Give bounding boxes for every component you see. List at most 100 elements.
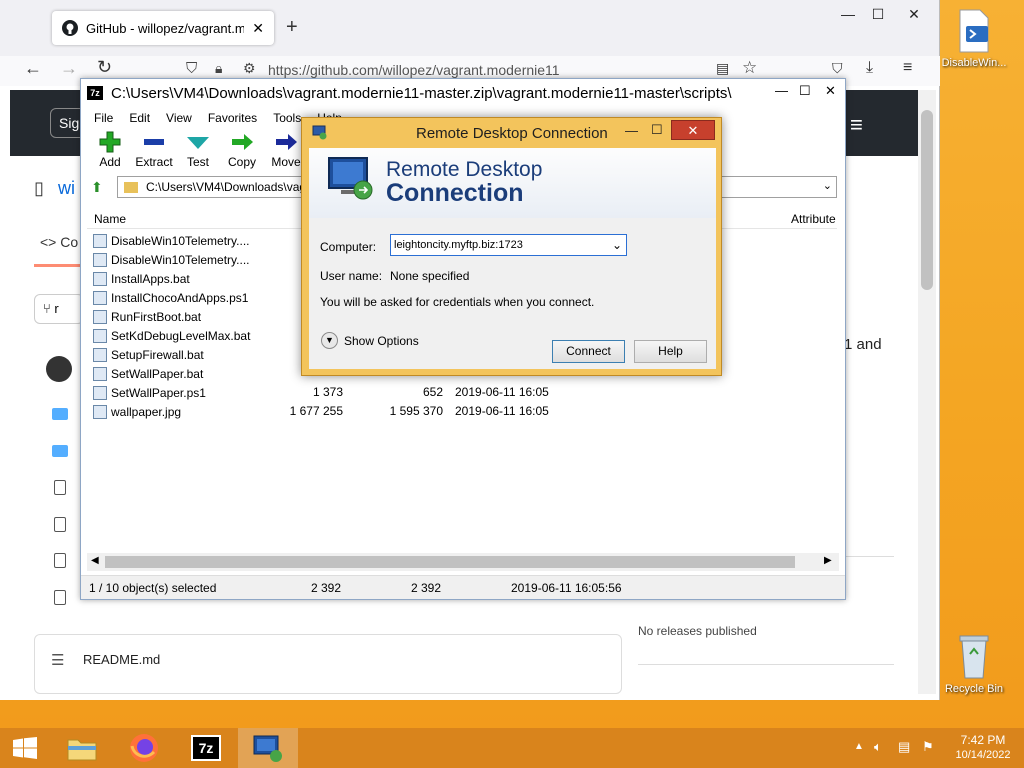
back-icon[interactable]: ← [24, 58, 42, 79]
list-item[interactable]: SetWallPaper.ps1 [93, 383, 206, 402]
list-icon: ☰ [51, 652, 65, 669]
avatar[interactable] [46, 356, 72, 382]
move-arrow-icon [267, 129, 305, 155]
maximize-icon[interactable]: ☐ [799, 83, 811, 99]
script-file-icon [93, 271, 107, 286]
tool-label: Copy [227, 155, 256, 169]
close-icon[interactable]: ✕ [898, 0, 930, 28]
volume-muted-icon[interactable]: 🔈︎ [874, 739, 882, 755]
scroll-thumb[interactable] [105, 556, 795, 568]
close-icon[interactable]: ✕ [825, 83, 836, 99]
code-tab[interactable]: <> Co [40, 234, 78, 250]
connect-button[interactable]: Connect [552, 340, 625, 363]
file-name: SetKdDebugLevelMax.bat [111, 328, 251, 343]
sevenzip-title: C:\Users\VM4\Downloads\vagrant.modernie1… [111, 84, 732, 102]
horizontal-scrollbar[interactable]: ◀ ▶ [87, 553, 839, 571]
forward-icon[interactable]: → [60, 58, 78, 79]
folder-icon [124, 181, 138, 193]
taskbar-remote-desktop[interactable] [238, 728, 298, 768]
scroll-right-icon[interactable]: ▶ [824, 555, 832, 566]
desktop-icon-disablewin[interactable]: DisableWin... [934, 8, 1014, 69]
menu-view[interactable]: View [166, 111, 192, 125]
list-item[interactable]: SetWallPaper.bat [93, 364, 203, 383]
github-icon [62, 20, 78, 36]
status-selected: 1 / 10 object(s) selected [89, 581, 217, 595]
permissions-icon[interactable]: ⚙ [243, 60, 256, 77]
desktop-icon-recycle-bin[interactable]: Recycle Bin [934, 630, 1014, 695]
path-text: C:\Users\VM4\Downloads\vag [146, 180, 307, 194]
show-options-toggle[interactable]: ▼ Show Options [321, 332, 419, 349]
minimize-icon[interactable]: — [832, 0, 864, 28]
list-item[interactable]: wallpaper.jpg [93, 402, 181, 421]
list-item[interactable]: DisableWin10Telemetry.... [93, 250, 250, 269]
column-attributes[interactable]: Attribute [791, 212, 836, 226]
rdc-dialog: Remote Desktop Connection — ☐ ✕ Remote D… [301, 117, 722, 376]
divider [638, 664, 894, 665]
tool-label: Move [271, 155, 301, 169]
add-button[interactable]: Add [91, 129, 129, 175]
hamburger-icon[interactable]: ≡ [850, 112, 863, 138]
move-button[interactable]: Move [267, 129, 305, 175]
menu-favorites[interactable]: Favorites [208, 111, 257, 125]
clock[interactable]: 7:42 PM 10/14/2022 [948, 733, 1018, 763]
start-button[interactable] [0, 728, 50, 768]
close-icon[interactable]: ✕ [671, 120, 715, 140]
username-label: User name: [320, 269, 383, 283]
list-item[interactable]: SetupFirewall.bat [93, 345, 204, 364]
list-item[interactable]: RunFirstBoot.bat [93, 307, 201, 326]
firefox-icon [130, 734, 158, 762]
list-item[interactable]: SetKdDebugLevelMax.bat [93, 326, 250, 345]
up-folder-icon[interactable]: ⬆ [91, 179, 103, 196]
script-file-icon [93, 385, 107, 400]
about-text: 1 and [844, 336, 882, 353]
column-name[interactable]: Name [94, 212, 126, 226]
browser-tab[interactable]: GitHub - willopez/vagrant.mod ✕ [52, 11, 274, 45]
lock-icon[interactable]: 🔒︎ [215, 60, 222, 77]
taskbar-firefox[interactable] [114, 728, 174, 768]
branch-button[interactable]: ⑂ r [34, 294, 84, 324]
rdc-titlebar[interactable]: Remote Desktop Connection — ☐ ✕ [302, 118, 721, 146]
chevron-down-icon[interactable]: ⌄ [612, 235, 622, 255]
repo-name[interactable]: wi [58, 178, 75, 199]
menu-tools[interactable]: Tools [273, 111, 301, 125]
sevenzip-titlebar[interactable]: 7z C:\Users\VM4\Downloads\vagrant.modern… [81, 79, 845, 107]
page-scrollbar[interactable] [918, 90, 936, 694]
maximize-icon[interactable]: ☐ [862, 0, 894, 28]
close-tab-icon[interactable]: ✕ [252, 20, 264, 37]
reader-icon[interactable]: ▤ [716, 60, 729, 77]
file-size: 1 373 [312, 385, 343, 399]
download-icon[interactable]: ⤓ [866, 59, 873, 77]
maximize-icon[interactable]: ☐ [651, 122, 663, 138]
chevron-down-icon[interactable]: ⌄ [823, 179, 832, 192]
taskbar-explorer[interactable] [52, 728, 112, 768]
url-path: willopez/vagrant.modernie11 [382, 62, 560, 78]
minimize-icon[interactable]: — [775, 83, 788, 98]
scroll-thumb[interactable] [921, 110, 933, 290]
new-tab-button[interactable]: + [286, 16, 298, 39]
bookmark-star-icon[interactable]: ☆ [742, 58, 757, 78]
taskbar-7zip[interactable]: 7z [176, 728, 236, 768]
help-button[interactable]: Help [634, 340, 707, 363]
list-item[interactable]: InstallApps.bat [93, 269, 190, 288]
minimize-icon[interactable]: — [625, 123, 638, 138]
readme-title[interactable]: README.md [83, 652, 160, 667]
list-item[interactable]: DisableWin10Telemetry.... [93, 231, 250, 250]
menu-file[interactable]: File [94, 111, 113, 125]
script-file-icon [93, 233, 107, 248]
menu-edit[interactable]: Edit [129, 111, 150, 125]
network-icon[interactable]: ▤ [898, 739, 910, 755]
scroll-left-icon[interactable]: ◀ [91, 555, 99, 566]
file-icon [54, 590, 66, 605]
shield-icon[interactable]: ⛉ [186, 60, 197, 77]
list-item[interactable]: InstallChocoAndApps.ps1 [93, 288, 248, 307]
extract-button[interactable]: Extract [135, 129, 173, 175]
action-center-icon[interactable]: ⚑ [922, 739, 934, 755]
copy-button[interactable]: Copy [223, 129, 261, 175]
menu-icon[interactable]: ≡ [903, 59, 912, 77]
rdc-body: Computer: leightoncity.myftp.biz:1723 ⌄ … [309, 218, 716, 369]
show-hidden-icons-icon[interactable]: ▲ [854, 741, 864, 752]
reload-icon[interactable]: ↻ [97, 57, 112, 78]
test-button[interactable]: Test [179, 129, 217, 175]
computer-input[interactable]: leightoncity.myftp.biz:1723 ⌄ [390, 234, 627, 256]
pocket-icon[interactable]: ⛉ [832, 60, 843, 77]
